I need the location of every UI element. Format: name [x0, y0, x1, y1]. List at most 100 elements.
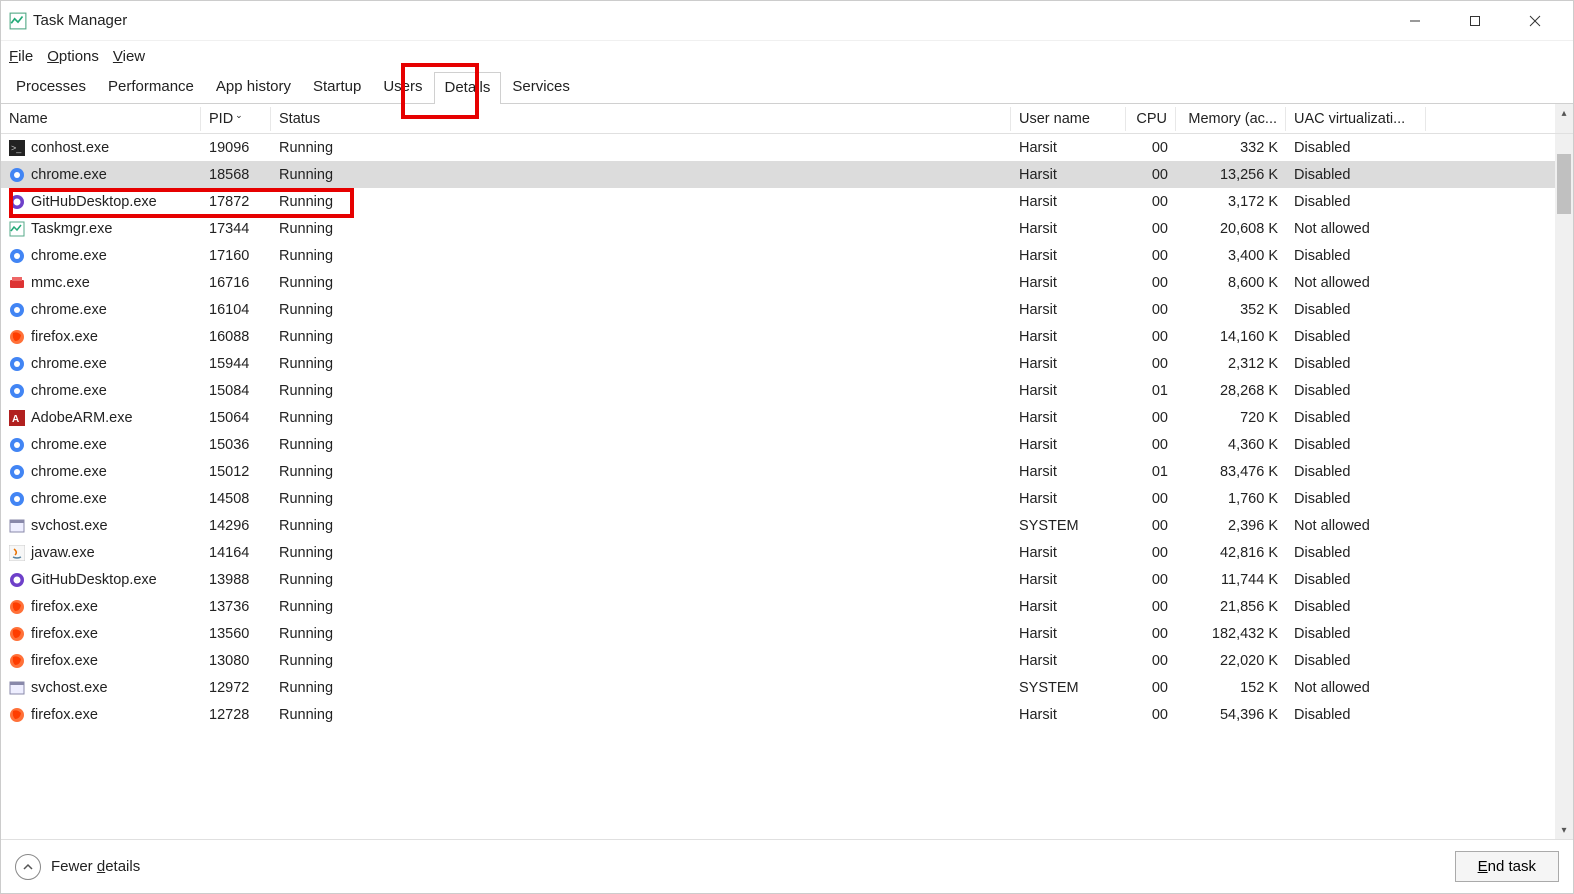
col-user[interactable]: User name [1011, 107, 1126, 131]
process-cpu: 01 [1126, 383, 1176, 399]
tab-details[interactable]: Details [434, 72, 502, 104]
scrollbar-thumb[interactable] [1557, 154, 1571, 214]
svchost-icon [9, 518, 25, 534]
process-user: Harsit [1011, 545, 1126, 561]
process-status: Running [271, 194, 1011, 210]
table-row[interactable]: firefox.exe12728RunningHarsit0054,396 KD… [1, 701, 1573, 728]
end-task-button[interactable]: End task [1455, 851, 1559, 882]
process-name: firefox.exe [31, 626, 98, 642]
minimize-button[interactable] [1385, 1, 1445, 41]
process-name: firefox.exe [31, 653, 98, 669]
process-memory: 20,608 K [1176, 221, 1286, 237]
process-user: Harsit [1011, 356, 1126, 372]
process-pid: 18568 [201, 167, 271, 183]
table-row[interactable]: chrome.exe15944RunningHarsit002,312 KDis… [1, 350, 1573, 377]
chrome-icon [9, 491, 25, 507]
process-cpu: 00 [1126, 221, 1176, 237]
table-row[interactable]: chrome.exe15012RunningHarsit0183,476 KDi… [1, 458, 1573, 485]
process-name: chrome.exe [31, 302, 107, 318]
process-cpu: 00 [1126, 680, 1176, 696]
table-row[interactable]: svchost.exe14296RunningSYSTEM002,396 KNo… [1, 512, 1573, 539]
mmc-icon [9, 275, 25, 291]
process-status: Running [271, 437, 1011, 453]
tab-processes[interactable]: Processes [5, 71, 97, 103]
process-memory: 42,816 K [1176, 545, 1286, 561]
process-user: Harsit [1011, 491, 1126, 507]
process-name: firefox.exe [31, 599, 98, 615]
chrome-icon [9, 356, 25, 372]
process-status: Running [271, 410, 1011, 426]
menu-options[interactable]: Options [47, 48, 99, 65]
table-row[interactable]: firefox.exe13560RunningHarsit00182,432 K… [1, 620, 1573, 647]
process-pid: 13080 [201, 653, 271, 669]
fewer-details-button[interactable]: Fewer details [15, 854, 140, 880]
table-row[interactable]: chrome.exe17160RunningHarsit003,400 KDis… [1, 242, 1573, 269]
maximize-button[interactable] [1445, 1, 1505, 41]
process-name: chrome.exe [31, 383, 107, 399]
table-row[interactable]: AAdobeARM.exe15064RunningHarsit00720 KDi… [1, 404, 1573, 431]
process-memory: 54,396 K [1176, 707, 1286, 723]
table-row[interactable]: chrome.exe18568RunningHarsit0013,256 KDi… [1, 161, 1573, 188]
process-user: Harsit [1011, 599, 1126, 615]
vertical-scrollbar-track[interactable]: ▾ [1555, 134, 1573, 839]
scroll-down-icon[interactable]: ▾ [1555, 821, 1573, 839]
table-row[interactable]: chrome.exe14508RunningHarsit001,760 KDis… [1, 485, 1573, 512]
process-memory: 21,856 K [1176, 599, 1286, 615]
process-name: mmc.exe [31, 275, 90, 291]
close-button[interactable] [1505, 1, 1565, 41]
table-row[interactable]: GitHubDesktop.exe17872RunningHarsit003,1… [1, 188, 1573, 215]
table-row[interactable]: firefox.exe13080RunningHarsit0022,020 KD… [1, 647, 1573, 674]
table-row[interactable]: mmc.exe16716RunningHarsit008,600 KNot al… [1, 269, 1573, 296]
tab-users[interactable]: Users [372, 71, 433, 103]
table-row[interactable]: Taskmgr.exe17344RunningHarsit0020,608 KN… [1, 215, 1573, 242]
process-user: Harsit [1011, 194, 1126, 210]
github-icon [9, 194, 25, 210]
process-memory: 152 K [1176, 680, 1286, 696]
col-status[interactable]: Status [271, 107, 1011, 131]
col-pid[interactable]: PID⌄ [201, 107, 271, 131]
task-manager-window: Task Manager File Options View Processes… [0, 0, 1574, 894]
menu-view[interactable]: View [113, 48, 145, 65]
tab-performance[interactable]: Performance [97, 71, 205, 103]
table-row[interactable]: chrome.exe15084RunningHarsit0128,268 KDi… [1, 377, 1573, 404]
process-name: chrome.exe [31, 356, 107, 372]
title-bar[interactable]: Task Manager [1, 1, 1573, 41]
table-row[interactable]: firefox.exe13736RunningHarsit0021,856 KD… [1, 593, 1573, 620]
table-row[interactable]: firefox.exe16088RunningHarsit0014,160 KD… [1, 323, 1573, 350]
process-status: Running [271, 626, 1011, 642]
chrome-icon [9, 248, 25, 264]
vertical-scrollbar[interactable]: ▴ [1555, 104, 1573, 133]
tab-services[interactable]: Services [501, 71, 581, 103]
menu-file[interactable]: File [9, 48, 33, 65]
footer: Fewer details End task [1, 839, 1573, 893]
process-memory: 83,476 K [1176, 464, 1286, 480]
table-row[interactable]: javaw.exe14164RunningHarsit0042,816 KDis… [1, 539, 1573, 566]
process-uac: Disabled [1286, 545, 1426, 561]
table-row[interactable]: GitHubDesktop.exe13988RunningHarsit0011,… [1, 566, 1573, 593]
table-row[interactable]: >_conhost.exe19096RunningHarsit00332 KDi… [1, 134, 1573, 161]
process-pid: 15064 [201, 410, 271, 426]
process-status: Running [271, 464, 1011, 480]
col-memory[interactable]: Memory (ac... [1176, 107, 1286, 131]
process-memory: 22,020 K [1176, 653, 1286, 669]
tab-app-history[interactable]: App history [205, 71, 302, 103]
process-memory: 8,600 K [1176, 275, 1286, 291]
process-status: Running [271, 383, 1011, 399]
process-memory: 13,256 K [1176, 167, 1286, 183]
table-row[interactable]: chrome.exe16104RunningHarsit00352 KDisab… [1, 296, 1573, 323]
col-uac[interactable]: UAC virtualizati... [1286, 107, 1426, 131]
sort-desc-icon: ⌄ [235, 110, 243, 120]
table-row[interactable]: chrome.exe15036RunningHarsit004,360 KDis… [1, 431, 1573, 458]
process-pid: 14508 [201, 491, 271, 507]
process-user: Harsit [1011, 302, 1126, 318]
col-cpu[interactable]: CPU [1126, 107, 1176, 131]
process-uac: Disabled [1286, 302, 1426, 318]
chrome-icon [9, 167, 25, 183]
table-row[interactable]: svchost.exe12972RunningSYSTEM00152 KNot … [1, 674, 1573, 701]
process-name: chrome.exe [31, 491, 107, 507]
process-uac: Disabled [1286, 437, 1426, 453]
process-status: Running [271, 653, 1011, 669]
scroll-up-icon[interactable]: ▴ [1555, 104, 1573, 122]
tab-startup[interactable]: Startup [302, 71, 372, 103]
col-name[interactable]: Name [1, 107, 201, 131]
